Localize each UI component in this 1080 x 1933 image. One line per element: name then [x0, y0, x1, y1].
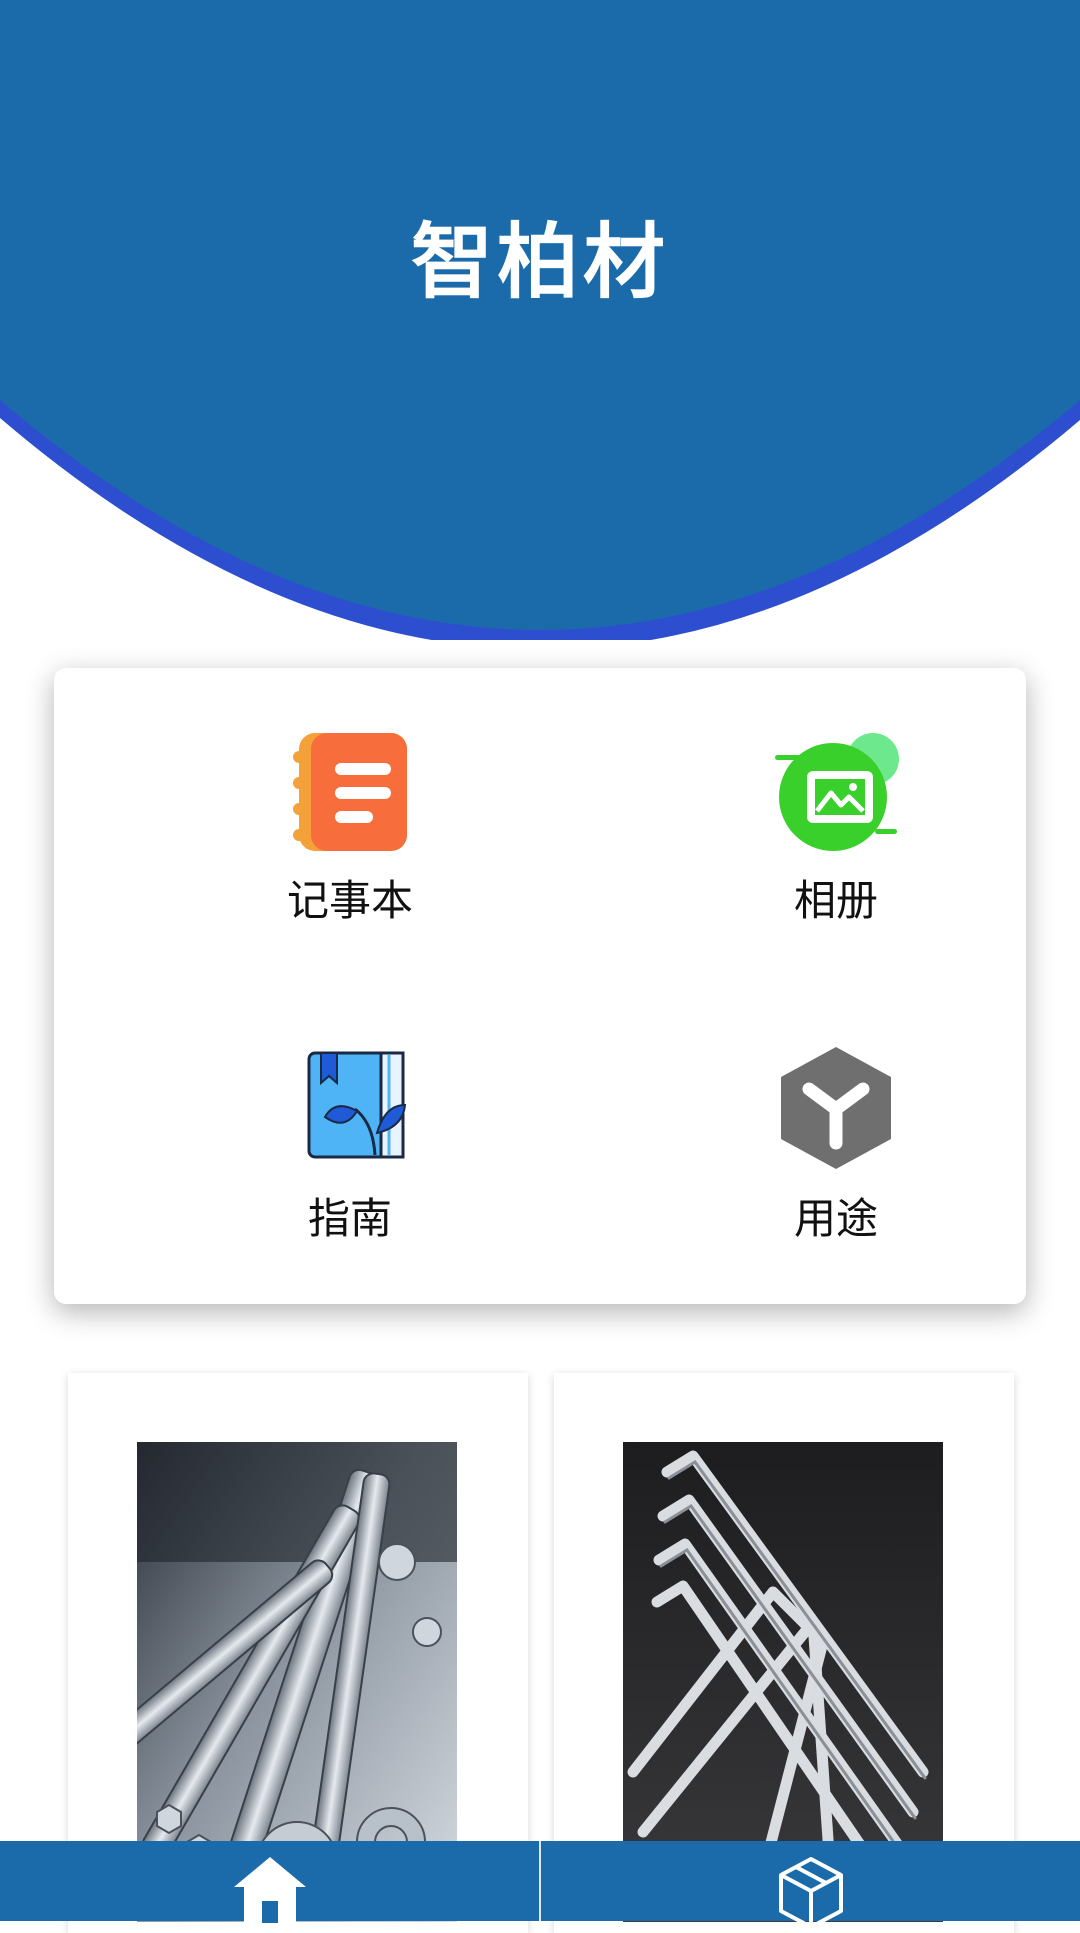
- bottom-navigation: [0, 1841, 1080, 1923]
- feature-menu-card: 记事本 相册 指南 用途: [54, 668, 1026, 1304]
- menu-item-usage[interactable]: 用途: [686, 1043, 986, 1246]
- menu-item-album[interactable]: 相册: [686, 725, 986, 928]
- menu-label-usage: 用途: [793, 1194, 878, 1243]
- photo-album-icon: [771, 725, 901, 855]
- menu-label-notebook: 记事本: [286, 876, 413, 925]
- cube-icon: [778, 1857, 843, 1923]
- menu-label-album: 相册: [793, 876, 878, 925]
- notebook-icon: [285, 725, 415, 855]
- header-banner: [0, 0, 1080, 640]
- menu-item-notebook[interactable]: 记事本: [200, 725, 500, 928]
- menu-label-guide: 指南: [307, 1194, 392, 1243]
- header-curve-background: [0, 0, 1080, 640]
- nav-tab-cube[interactable]: [541, 1841, 1080, 1923]
- menu-item-guide[interactable]: 指南: [200, 1043, 500, 1246]
- usage-cube-icon: [771, 1043, 901, 1173]
- nav-tab-home[interactable]: [0, 1841, 539, 1923]
- home-icon: [233, 1857, 306, 1923]
- guide-book-icon: [285, 1043, 415, 1173]
- app-title: 智柏材: [410, 215, 669, 310]
